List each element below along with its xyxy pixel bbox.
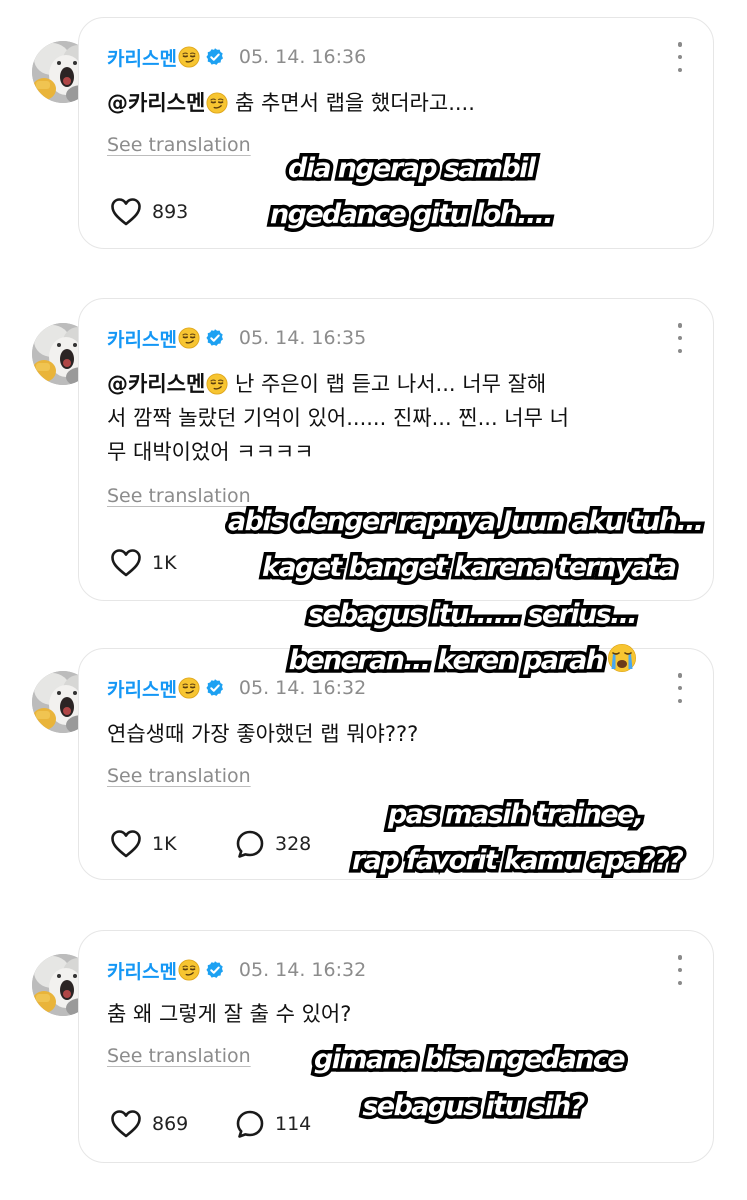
loudly-crying-face-icon: [607, 643, 637, 673]
heart-icon: [109, 828, 143, 860]
caption-line: abis denger rapnya Juun aku tuh...: [225, 503, 708, 541]
username[interactable]: 카리스멘: [107, 675, 177, 702]
caption-line: pas masih trainee,: [385, 796, 648, 834]
comment-body: 난 주은이 랩 듣고 나서... 너무 잘해: [234, 372, 547, 396]
reply-bubble-icon: [234, 1108, 266, 1140]
heart-icon: [109, 196, 143, 228]
verified-badge-icon: [205, 47, 225, 67]
reply-button[interactable]: 114: [234, 1108, 311, 1140]
caption-line: dia ngerap sambil: [285, 150, 540, 188]
smirking-face-icon: [178, 677, 200, 699]
smirking-face-icon: [206, 373, 228, 395]
timestamp: 05. 14. 16:35: [238, 327, 367, 349]
comment-text: @카리스멘 춤 추면서 랩을 했더라고....: [107, 86, 687, 120]
heart-icon: [109, 547, 143, 579]
comment-text: 춤 왜 그렇게 잘 출 수 있어?: [107, 997, 687, 1031]
comment-body: 춤 왜 그렇게 잘 출 수 있어?: [107, 1002, 352, 1026]
username[interactable]: 카리스멘: [107, 957, 177, 984]
like-button[interactable]: 1K: [109, 547, 177, 579]
comment-line: @카리스멘 난 주은이 랩 듣고 나서... 너무 잘해: [107, 367, 687, 401]
comment-text: 연습생때 가장 좋아했던 랩 뭐야???: [107, 717, 687, 751]
comment-text: @카리스멘 난 주은이 랩 듣고 나서... 너무 잘해 서 깜짝 놀랐던 기억…: [107, 367, 687, 469]
verified-badge-icon: [205, 678, 225, 698]
username[interactable]: 카리스멘: [107, 325, 177, 352]
reply-count: 114: [275, 1113, 312, 1135]
smirking-face-icon: [206, 92, 228, 114]
caption-line: rap favorit kamu apa???: [349, 842, 688, 880]
reply-bubble-icon: [234, 828, 266, 860]
verified-badge-icon: [205, 960, 225, 980]
like-button[interactable]: 869: [109, 1108, 188, 1140]
caption-line: gimana bisa ngedance: [311, 1041, 630, 1079]
comment-header: 카리스멘 05. 14. 16:32: [107, 955, 366, 985]
see-translation-link[interactable]: See translation: [107, 1045, 251, 1067]
caption-line: ngedance gitu loh....: [267, 196, 558, 234]
comment-body: 춤 추면서 랩을 했더라고....: [234, 91, 475, 115]
timestamp: 05. 14. 16:32: [238, 677, 367, 699]
caption-line: sebagus itu sih?: [359, 1088, 589, 1126]
caption-line: sebagus itu...... serius...: [305, 596, 642, 634]
comment-body: 연습생때 가장 좋아했던 랩 뭐야???: [107, 722, 419, 746]
see-translation-link[interactable]: See translation: [107, 765, 251, 787]
like-count: 1K: [152, 833, 177, 855]
comment-feed: 카리스멘 05. 14. 16:36 @카리스멘 춤 추면서 랩을 했더라고..…: [0, 0, 747, 1200]
more-options-icon[interactable]: [673, 42, 687, 72]
verified-badge-icon: [205, 328, 225, 348]
see-translation-link[interactable]: See translation: [107, 134, 251, 156]
smirking-face-icon: [178, 46, 200, 68]
like-count: 1K: [152, 552, 177, 574]
like-count: 869: [152, 1113, 189, 1135]
caption-line: kaget banget karena ternyata: [259, 549, 681, 587]
more-options-icon[interactable]: [673, 673, 687, 703]
reply-button[interactable]: 328: [234, 828, 311, 860]
username[interactable]: 카리스멘: [107, 44, 177, 71]
comment-header: 카리스멘 05. 14. 16:35: [107, 323, 366, 353]
comment-header: 카리스멘 05. 14. 16:36: [107, 42, 366, 72]
caption-line: beneran... keren parah: [285, 642, 638, 680]
caption-text: beneran... keren parah: [285, 642, 608, 680]
comment-line: 무 대박이었어 ㅋㅋㅋㅋ: [107, 440, 314, 464]
like-button[interactable]: 1K: [109, 828, 177, 860]
timestamp: 05. 14. 16:36: [238, 46, 367, 68]
mention[interactable]: @카리스멘: [107, 372, 205, 396]
like-button[interactable]: 893: [109, 196, 188, 228]
smirking-face-icon: [178, 959, 200, 981]
more-options-icon[interactable]: [673, 323, 687, 353]
comment-line: 서 깜짝 놀랐던 기억이 있어...... 진짜... 찐... 너무 너: [107, 406, 569, 430]
timestamp: 05. 14. 16:32: [238, 959, 367, 981]
more-options-icon[interactable]: [673, 955, 687, 985]
heart-icon: [109, 1108, 143, 1140]
reply-count: 328: [275, 833, 312, 855]
smirking-face-icon: [178, 327, 200, 349]
mention[interactable]: @카리스멘: [107, 91, 205, 115]
like-count: 893: [152, 201, 189, 223]
